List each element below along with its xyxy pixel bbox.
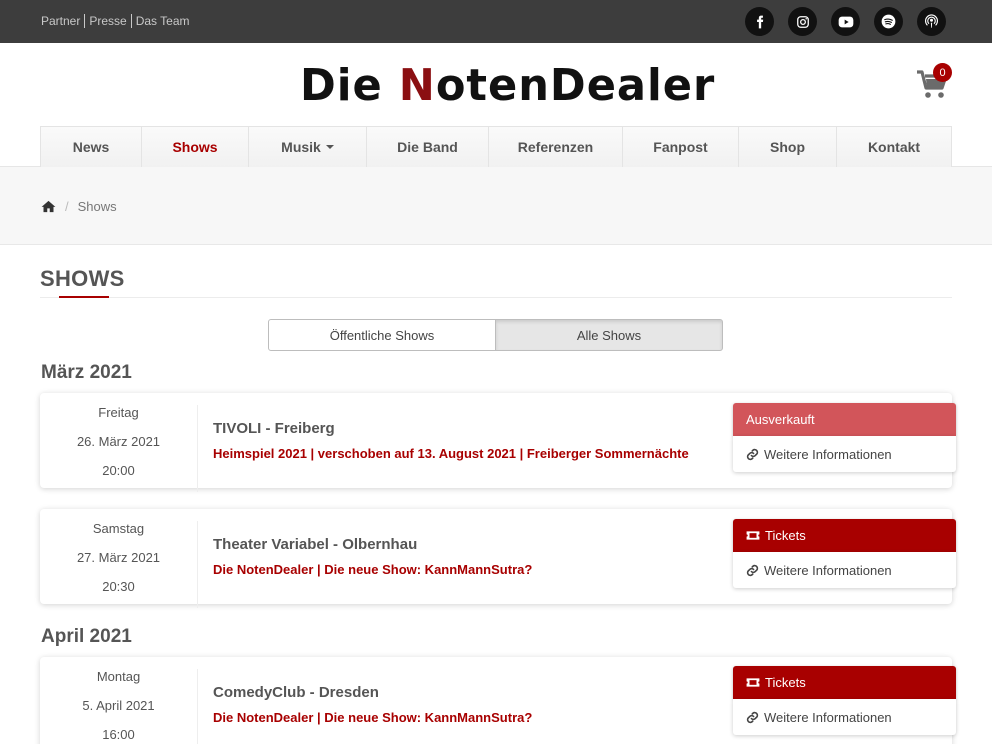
divider [130,14,132,28]
show-date-text: 26. März 2021 [76,434,161,449]
link-partner[interactable]: Partner [41,14,80,28]
title-divider [40,297,952,298]
more-info-label: Weitere Informationen [764,709,892,725]
show-venue: TIVOLI - Freiberg [213,420,335,437]
show-weekday: Samstag [92,521,145,536]
home-icon[interactable] [41,200,56,213]
month-heading: April 2021 [41,626,132,647]
instagram-icon[interactable] [788,7,817,36]
logo-text-die: Die [300,60,399,111]
month-heading: März 2021 [41,362,132,383]
nav-shop[interactable]: Shop [739,127,837,167]
nav-musik[interactable]: Musik [249,127,367,167]
spotify-icon[interactable] [874,7,903,36]
more-info-button[interactable]: Weitere Informationen [733,552,956,588]
tickets-button[interactable]: Tickets [733,519,956,552]
show-actions: Ausverkauft Weitere Informationen [733,403,956,472]
breadcrumb-separator: / [65,199,69,214]
facebook-icon[interactable] [745,7,774,36]
divider [84,14,86,28]
tickets-label: Tickets [765,528,806,543]
nav-fanpost[interactable]: Fanpost [623,127,739,167]
youtube-icon[interactable] [831,7,860,36]
show-subtitle: Die NotenDealer | Die neue Show: KannMan… [213,710,533,725]
show-venue: ComedyClub - Dresden [213,684,379,701]
link-icon [746,564,759,577]
show-time: 20:30 [102,579,135,594]
show-actions: Tickets Weitere Informationen [733,519,956,588]
more-info-button[interactable]: Weitere Informationen [733,436,956,472]
show-weekday: Freitag [98,405,139,420]
show-date: Samstag 27. März 2021 20:30 [40,521,198,608]
nav-die-band[interactable]: Die Band [367,127,489,167]
show-date: Freitag 26. März 2021 20:00 [40,405,198,492]
more-info-button[interactable]: Weitere Informationen [733,699,956,735]
tickets-label: Tickets [765,675,806,690]
breadcrumb-band: / Shows [0,167,992,245]
main-nav: News Shows Musik Die Band Referenzen Fan… [40,126,952,167]
site-header: Die NotenDealer 0 News Shows Musik Die B… [0,43,992,167]
link-icon [746,448,759,461]
show-time: 20:00 [102,463,135,478]
more-info-label: Weitere Informationen [764,446,892,462]
site-logo[interactable]: Die NotenDealer [300,61,715,111]
show-weekday: Montag [96,669,141,684]
show-time: 16:00 [102,727,135,742]
sold-out-button[interactable]: Ausverkauft [733,403,956,436]
filter-all-shows-button[interactable]: Alle Shows [495,319,723,351]
social-links [745,7,946,36]
link-das-team[interactable]: Das Team [136,14,190,28]
ticket-icon [746,677,760,688]
show-filter-toggle: Öffentliche Shows Alle Shows [268,319,723,351]
podcast-icon[interactable] [917,7,946,36]
top-links: Partner Presse Das Team [41,14,190,28]
show-date-text: 5. April 2021 [82,698,155,713]
top-bar: Partner Presse Das Team [0,0,992,43]
link-presse[interactable]: Presse [89,14,126,28]
filter-public-shows-button[interactable]: Öffentliche Shows [268,319,496,351]
show-date-text: 27. März 2021 [76,550,161,565]
show-subtitle: Die NotenDealer | Die neue Show: KannMan… [213,562,533,577]
show-venue: Theater Variabel - Olbernhau [213,536,418,553]
nav-news[interactable]: News [41,127,142,167]
more-info-label: Weitere Informationen [764,562,892,578]
show-date: Montag 5. April 2021 16:00 [40,669,198,744]
caret-down-icon [325,145,334,149]
nav-shows[interactable]: Shows [142,127,249,167]
page-title: SHOWS [40,266,125,291]
logo-text-rest: otenDealer [435,60,716,111]
nav-kontakt[interactable]: Kontakt [837,127,951,167]
nav-referenzen[interactable]: Referenzen [489,127,623,167]
ticket-icon [746,530,760,541]
title-accent-bar [59,296,109,298]
logo-text-n: N [398,60,436,111]
tickets-button[interactable]: Tickets [733,666,956,699]
cart-count-badge: 0 [933,63,952,82]
nav-musik-label: Musik [281,139,321,155]
breadcrumb: / Shows [41,199,117,214]
show-actions: Tickets Weitere Informationen [733,666,956,735]
link-icon [746,711,759,724]
breadcrumb-current: Shows [77,199,117,214]
show-subtitle: Heimspiel 2021 | verschoben auf 13. Augu… [213,446,689,461]
